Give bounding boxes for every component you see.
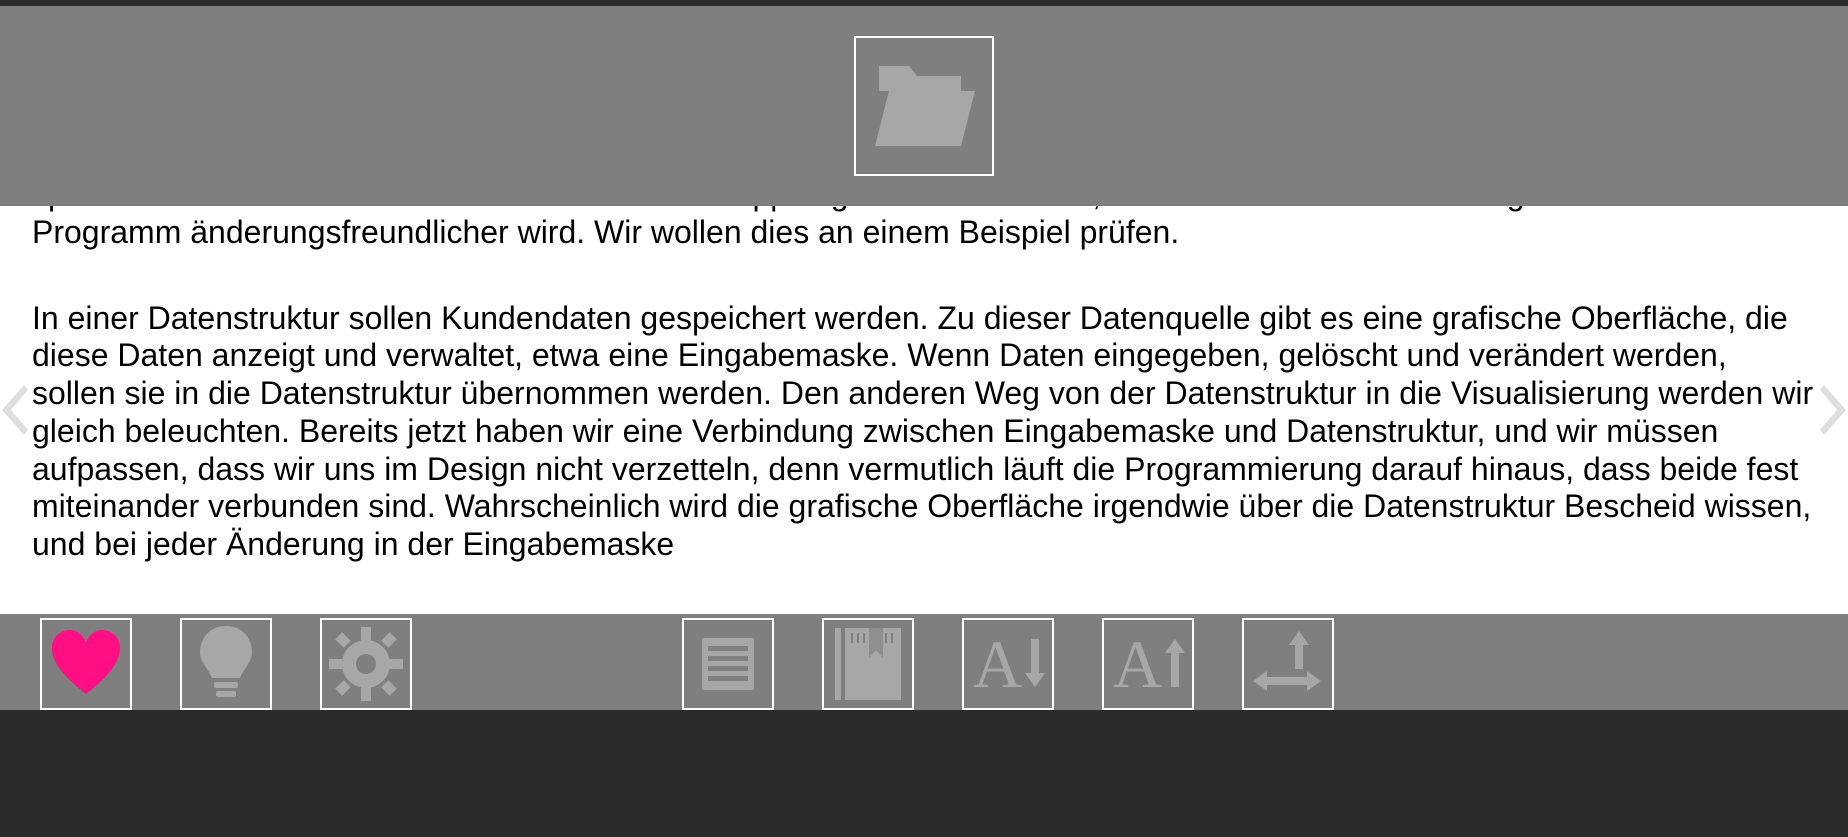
bookmark-button[interactable] [822, 618, 914, 710]
gear-icon [327, 625, 405, 703]
page-text: später noch verändert werden können. Die… [30, 206, 1818, 564]
top-toolbar [0, 6, 1848, 206]
font-decrease-icon: A [969, 625, 1047, 703]
svg-text:A: A [973, 626, 1022, 702]
font-increase-icon: A [1109, 625, 1187, 703]
content-area: später noch verändert werden können. Die… [0, 206, 1848, 614]
font-decrease-button[interactable]: A [962, 618, 1054, 710]
move-arrows-icon [1249, 625, 1327, 703]
prev-page-button[interactable] [0, 206, 30, 614]
chevron-left-icon [2, 385, 28, 435]
fit-button[interactable] [1242, 618, 1334, 710]
bottom-toolbar: A A [0, 614, 1848, 710]
paragraph-1: später noch verändert werden können. Die… [32, 206, 1816, 252]
svg-text:A: A [1113, 626, 1162, 702]
lightbulb-icon [196, 624, 256, 704]
open-button[interactable] [854, 36, 994, 176]
favorite-button[interactable] [40, 618, 132, 710]
settings-button[interactable] [320, 618, 412, 710]
font-increase-button[interactable]: A [1102, 618, 1194, 710]
chevron-right-icon [1820, 385, 1846, 435]
toc-button[interactable] [682, 618, 774, 710]
tip-button[interactable] [180, 618, 272, 710]
next-page-button[interactable] [1818, 206, 1848, 614]
bookmark-icon [833, 624, 903, 704]
reader-viewport: später noch verändert werden können. Die… [0, 0, 1848, 837]
paragraph-2: In einer Datenstruktur sollen Kundendate… [32, 300, 1816, 564]
page-text-container[interactable]: später noch verändert werden können. Die… [30, 206, 1818, 614]
folder-open-icon [869, 56, 979, 156]
lines-icon [696, 632, 760, 696]
heart-icon [50, 628, 122, 700]
